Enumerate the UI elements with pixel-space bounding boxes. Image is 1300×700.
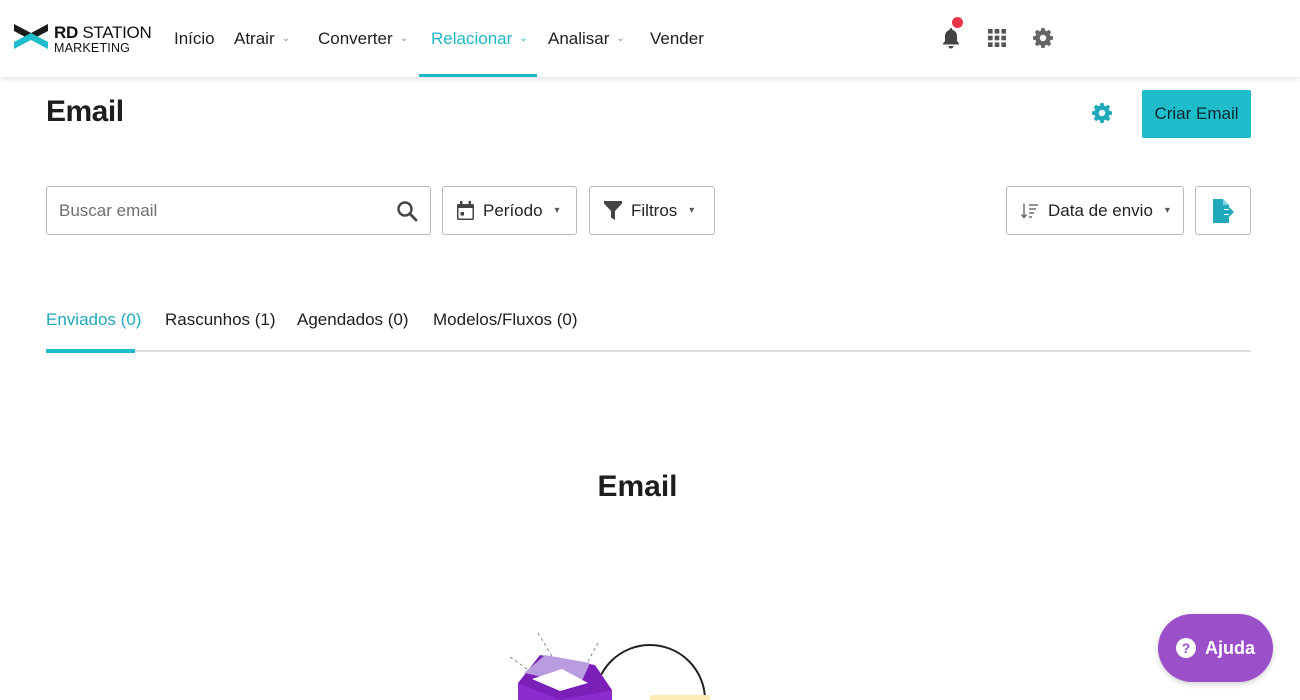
envelope-illustration-icon <box>509 632 710 700</box>
top-navigation: RD STATION MARKETING Início Atrair ⌄ Con… <box>0 0 1300 77</box>
tab-rascunhos[interactable]: Rascunhos (1) <box>165 310 276 330</box>
sort-icon <box>1021 203 1038 219</box>
logo-wordmark: RD STATION MARKETING <box>54 22 152 55</box>
caret-down-icon: ▾ <box>1164 205 1170 216</box>
nav-item-label: Converter <box>318 28 393 48</box>
nav-item-label: Vender <box>650 28 704 48</box>
create-email-button[interactable]: Criar Email <box>1142 90 1251 138</box>
rd-station-logo[interactable]: RD STATION MARKETING <box>14 18 154 60</box>
calendar-icon <box>457 201 474 220</box>
chevron-down-icon: ⌄ <box>399 33 409 44</box>
chevron-down-icon: ⌄ <box>519 33 528 44</box>
filter-funnel-icon <box>604 201 622 220</box>
nav-item-label: Analisar <box>548 28 610 48</box>
nav-item-label: Relacionar <box>431 28 513 48</box>
tab-enviados[interactable]: Enviados (0) <box>46 310 141 330</box>
tabs-divider <box>46 350 1251 352</box>
chevron-down-icon: ⌄ <box>281 33 291 44</box>
caret-down-icon: ▾ <box>689 205 695 216</box>
help-button[interactable]: ? Ajuda <box>1158 614 1273 682</box>
search-input[interactable] <box>59 199 379 223</box>
nav-item-converter[interactable]: Converter ⌄ <box>318 0 408 77</box>
tab-agendados[interactable]: Agendados (0) <box>297 310 409 330</box>
nav-active-indicator <box>419 74 537 77</box>
bell-icon[interactable] <box>940 26 962 50</box>
sort-dropdown-label: Data de envio <box>1048 200 1153 220</box>
gear-icon[interactable] <box>1032 26 1054 50</box>
search-field <box>46 186 431 235</box>
period-dropdown-label: Período <box>483 200 543 220</box>
help-button-label: Ajuda <box>1204 637 1255 658</box>
search-icon[interactable] <box>396 200 418 222</box>
filters-dropdown[interactable]: Filtros ▾ <box>589 186 715 235</box>
nav-item-label: Atrair <box>234 28 275 48</box>
email-settings-gear-icon[interactable] <box>1092 103 1112 123</box>
sort-dropdown[interactable]: Data de envio ▾ <box>1006 186 1184 235</box>
logo-wordmark-rest: STATION <box>77 22 152 42</box>
nav-item-relacionar[interactable]: Relacionar ⌄ <box>431 0 528 77</box>
logo-wordmark-bold: RD <box>54 22 78 42</box>
help-question-icon: ? <box>1175 638 1196 658</box>
chevron-down-icon: ⌄ <box>616 33 625 44</box>
filters-dropdown-label: Filtros <box>631 200 678 220</box>
empty-state-title: Email <box>597 470 678 503</box>
active-tab-indicator <box>46 349 135 353</box>
export-button[interactable] <box>1195 186 1251 235</box>
nav-item-vender[interactable]: Vender <box>650 0 704 77</box>
nav-item-atrair[interactable]: Atrair ⌄ <box>234 0 290 77</box>
period-dropdown[interactable]: Período ▾ <box>442 186 577 235</box>
rd-station-chevrons-icon <box>14 24 48 49</box>
file-export-icon <box>1213 198 1234 223</box>
nav-item-inicio[interactable]: Início <box>174 0 215 77</box>
logo-wordmark-sub: MARKETING <box>54 40 131 55</box>
apps-grid-icon[interactable] <box>986 26 1008 50</box>
notification-badge <box>952 17 963 28</box>
nav-item-analisar[interactable]: Analisar ⌄ <box>548 0 625 77</box>
caret-down-icon: ▾ <box>554 205 560 216</box>
page-title: Email <box>46 95 124 128</box>
tab-modelos-fluxos[interactable]: Modelos/Fluxos (0) <box>433 310 578 330</box>
nav-item-label: Início <box>174 28 215 48</box>
